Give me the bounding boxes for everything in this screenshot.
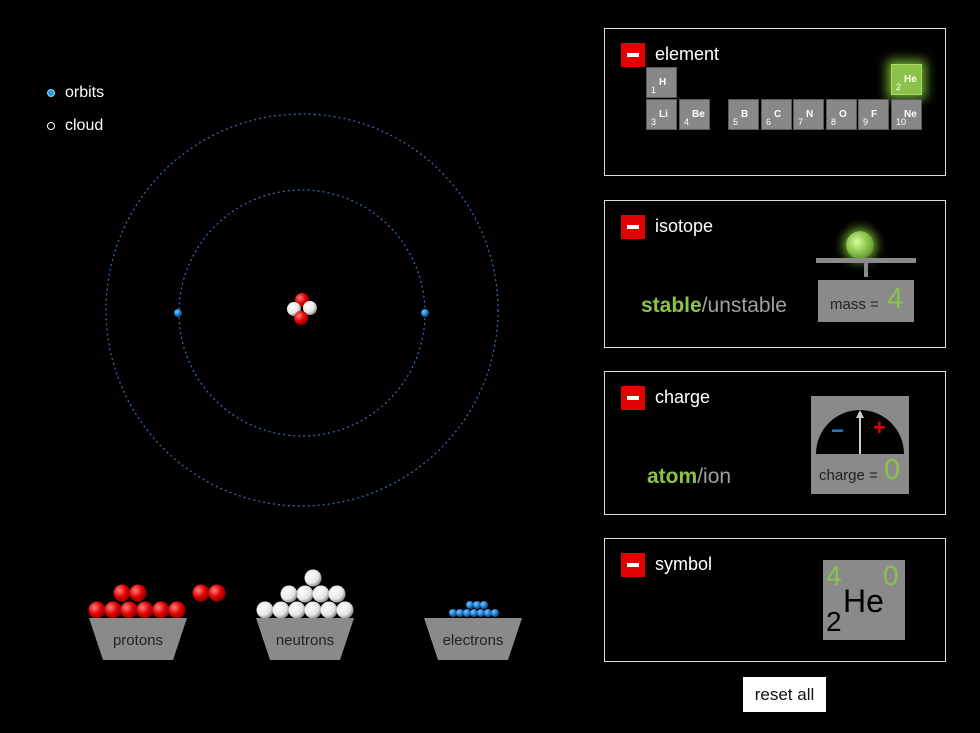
isotope-panel-title: isotope [655, 216, 714, 236]
plus-sign-icon: + [873, 415, 886, 440]
outer-orbit [105, 113, 499, 507]
protons-bucket-label: protons [112, 632, 164, 649]
element-number: 2 [896, 82, 902, 92]
element-number: 5 [733, 117, 739, 127]
atom-text: atom [647, 465, 698, 488]
stable-text: stable [641, 294, 702, 317]
electrons-bucket[interactable]: electrons [424, 618, 522, 660]
element-number: 4 [684, 117, 690, 127]
reset-all-button[interactable]: reset all [743, 677, 826, 712]
neutrons-bucket[interactable]: neutrons [256, 618, 354, 660]
symbol-panel-title: symbol [655, 554, 713, 574]
element-symbol: H [659, 77, 667, 88]
ion-text: ion [703, 465, 732, 488]
element-symbol: Ne [904, 109, 917, 120]
nucleus[interactable] [287, 293, 317, 325]
charge-gauge [816, 410, 904, 454]
element-symbol: C [774, 109, 782, 120]
element-cell-h[interactable]: 1H [646, 67, 677, 98]
element-number: 8 [831, 117, 837, 127]
charge-label: charge = [819, 467, 878, 484]
symbol-charge: 0 [883, 560, 899, 591]
mass-readout: mass = 4 [818, 280, 914, 322]
charge-panel: charge atom/ion − + charge = 0 [604, 371, 946, 515]
nucleus-proton[interactable] [294, 311, 308, 325]
element-cell-n[interactable]: 7N [793, 99, 824, 130]
symbol-collapse-button[interactable] [621, 553, 645, 577]
element-symbol: N [806, 109, 814, 120]
element-cell-he[interactable]: 2 He [891, 64, 922, 95]
charge-collapse-button[interactable] [621, 386, 645, 410]
electron[interactable] [421, 309, 429, 317]
element-number: 6 [766, 117, 772, 127]
element-symbol: O [839, 109, 847, 120]
charge-meter: − + charge = 0 [811, 396, 909, 494]
electron[interactable] [174, 309, 182, 317]
protons-bucket[interactable]: protons [89, 618, 187, 660]
symbol-atomic-number: 2 [826, 606, 842, 637]
element-panel-title: element [655, 44, 720, 64]
element-cell-ne[interactable]: 10 Ne [891, 99, 922, 130]
element-cell-be[interactable]: 4 Be [679, 99, 710, 130]
element-cell-c[interactable]: 6C [761, 99, 792, 130]
mass-value: 4 [887, 283, 904, 315]
element-number: 1 [651, 85, 657, 95]
mass-label: mass = [830, 296, 879, 313]
element-number: 9 [863, 117, 869, 127]
atom-ion-indicator: atom/ion [647, 465, 732, 488]
neutron-pile[interactable] [256, 569, 354, 619]
element-panel: element 1 H 2 He 3 Li 4 Be 5 B 6 C 7 N 8 O 9 F 10 Ne [604, 28, 946, 176]
element-symbol: Li [659, 109, 668, 120]
electron-pile[interactable] [449, 601, 499, 617]
symbol-mass-number: 4 [826, 560, 842, 591]
atom-view [105, 113, 499, 507]
element-number: 7 [798, 117, 804, 127]
minus-sign-icon: − [831, 418, 844, 443]
symbol-panel: symbol 4 2 He 0 [604, 538, 946, 662]
isotope-panel: isotope stable/unstable mass = 4 [604, 200, 946, 348]
scale-weight-icon [846, 231, 874, 259]
element-symbol: Be [692, 109, 705, 120]
charge-value: 0 [884, 454, 901, 486]
element-number: 3 [651, 117, 657, 127]
scale-stem [864, 263, 868, 277]
element-cell-b[interactable]: 5B [728, 99, 759, 130]
charge-panel-title: charge [655, 387, 711, 407]
element-symbol: F [871, 109, 878, 120]
symbol-box: 4 2 He 0 [823, 560, 905, 640]
element-collapse-button[interactable] [621, 43, 645, 67]
symbol-element: He [843, 583, 884, 619]
isotope-collapse-button[interactable] [621, 215, 645, 239]
unstable-text: unstable [707, 294, 787, 317]
stability-indicator: stable/unstable [641, 294, 787, 317]
element-symbol: He [904, 74, 917, 85]
particle-piles [88, 569, 499, 619]
neutrons-bucket-label: neutrons [275, 632, 335, 649]
element-cell-o[interactable]: 8O [826, 99, 857, 130]
proton-pile[interactable] [88, 584, 226, 619]
element-symbol: B [741, 109, 749, 120]
electrons-bucket-label: electrons [442, 632, 504, 649]
element-cell-f[interactable]: 9F [858, 99, 889, 130]
element-cell-li[interactable]: 3 Li [646, 99, 677, 130]
mass-scale: mass = 4 [816, 231, 916, 323]
